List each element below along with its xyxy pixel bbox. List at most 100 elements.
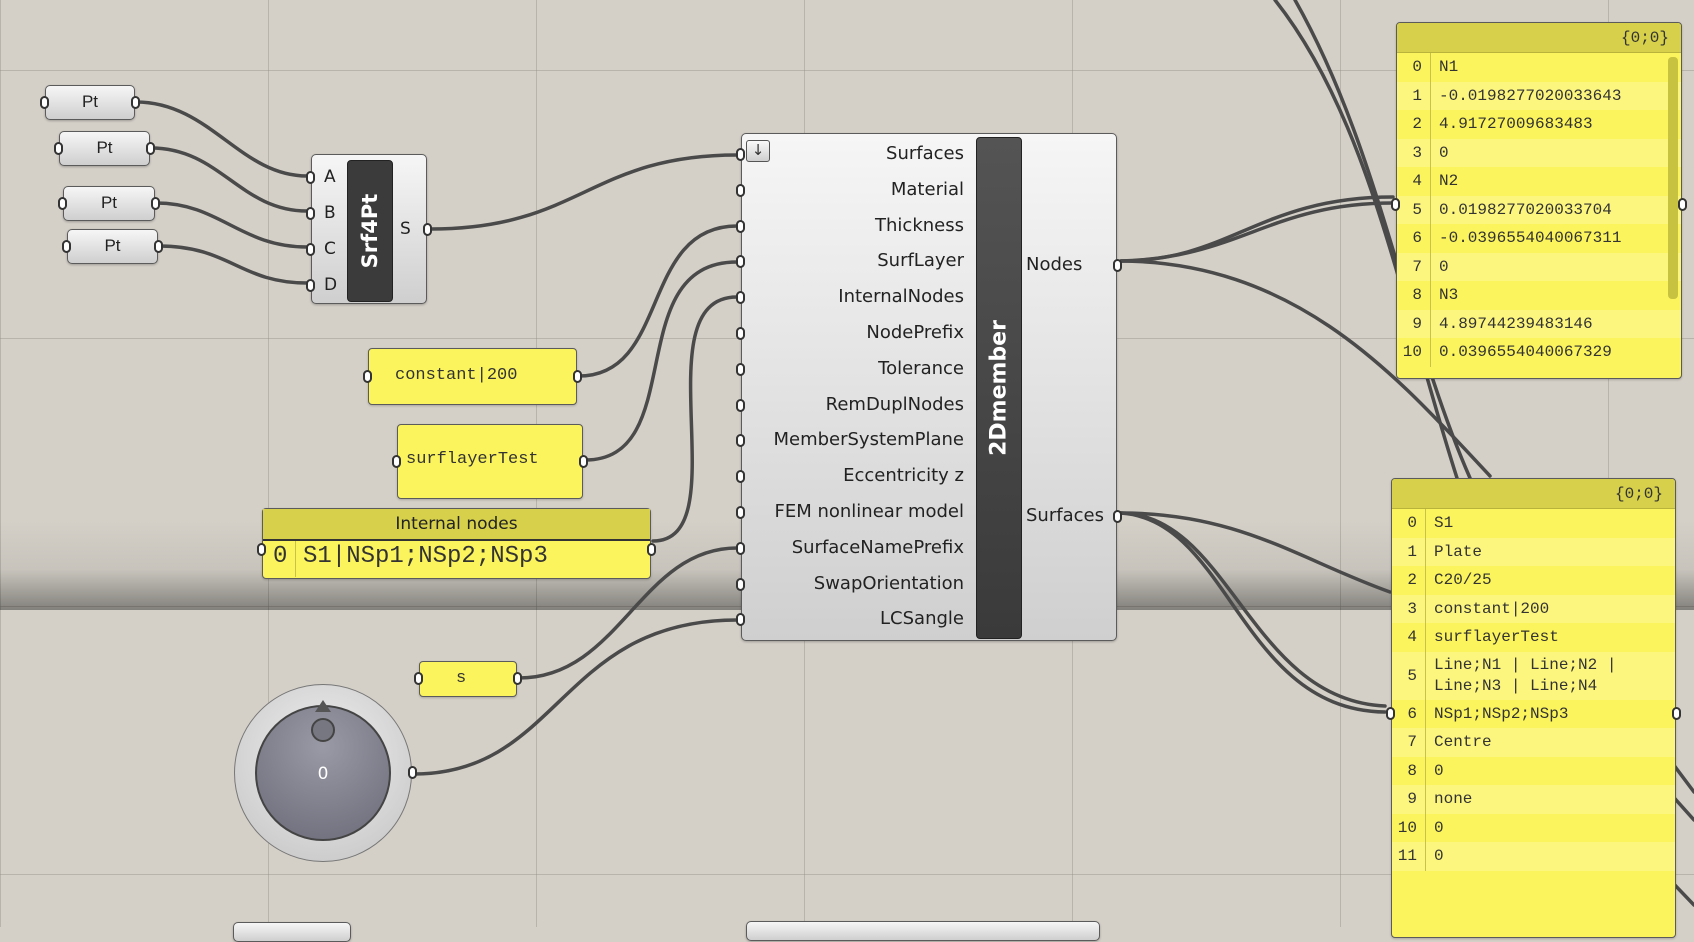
input-label: SurfaceNamePrefix: [791, 536, 964, 558]
dial-grip-icon[interactable]: [311, 718, 335, 742]
row-index: 11: [1392, 842, 1426, 871]
pt-label: Pt: [96, 138, 113, 157]
output-grip[interactable]: [513, 672, 522, 685]
panel-row: 8 N3: [1397, 281, 1681, 310]
panel-list[interactable]: 0 S1 1 Plate 2 C20/25 3 constant|200 4 surflayerT…: [1392, 509, 1675, 937]
srf4pt-input-b[interactable]: B: [306, 196, 342, 232]
srf4pt-input-c[interactable]: C: [306, 232, 342, 268]
input-grip[interactable]: [1386, 707, 1395, 720]
input-port[interactable]: [736, 327, 745, 340]
row-value: N2: [1439, 172, 1459, 191]
input-grip[interactable]: [414, 672, 423, 685]
input-grip[interactable]: [40, 95, 49, 109]
input-port[interactable]: [736, 183, 745, 197]
row-index: 1: [1397, 81, 1431, 110]
input-port[interactable]: [306, 279, 315, 292]
output-port-nodes[interactable]: [1113, 259, 1122, 272]
output-label-nodes: Nodes: [1026, 254, 1083, 275]
input-port[interactable]: [736, 291, 745, 305]
row-index: 0: [1397, 53, 1431, 82]
panel-row: 0 N1: [1397, 53, 1681, 82]
pt-label: Pt: [100, 193, 118, 212]
output-grip[interactable]: [131, 95, 140, 109]
input-port[interactable]: [736, 506, 745, 519]
pt-param-3[interactable]: Pt: [58, 186, 160, 221]
internal-nodes-panel[interactable]: Internal nodes 0 S1|NSp1;NSp2;NSp3: [257, 508, 656, 579]
nodes-output-panel[interactable]: {0;0} 0 N1 1 -0.0198277020033643 2 4.91727009…: [1391, 22, 1687, 379]
pt-param-2[interactable]: Pt: [54, 131, 155, 166]
2dmember-component[interactable]: ↓ 2Dmember Surfaces Material Thickness Surf…: [736, 133, 1122, 641]
output-grip[interactable]: [408, 766, 417, 779]
row-index: 10: [1392, 813, 1426, 842]
surfaces-output-panel[interactable]: {0;0} 0 S1 1 Plate 2 C20/25 3 constant|200 4 surf…: [1386, 478, 1681, 938]
input-port[interactable]: [736, 613, 745, 627]
angle-dial[interactable]: 0: [234, 684, 417, 862]
row-index: 2: [1392, 566, 1426, 595]
srf4pt-component[interactable]: A B C D Srf4Pt S: [306, 154, 432, 304]
output-grip[interactable]: [579, 454, 588, 468]
row-index: 9: [1397, 309, 1431, 338]
input-port[interactable]: [306, 171, 315, 184]
srf4pt-output-port[interactable]: [423, 223, 432, 236]
panel-divider: [295, 541, 296, 577]
wire-pt2-b: [149, 146, 309, 213]
panel-list[interactable]: 0 N1 1 -0.0198277020033643 2 4.91727009683483…: [1397, 53, 1681, 378]
wire-dial: [412, 618, 739, 776]
pt-param-4[interactable]: Pt: [62, 229, 163, 264]
row-index: 6: [1397, 224, 1431, 253]
panel-value: S1|NSp1;NSp2;NSp3: [303, 543, 548, 570]
output-grip[interactable]: [1672, 707, 1681, 720]
input-port[interactable]: [736, 541, 745, 555]
panel-scrollbar[interactable]: [1668, 57, 1678, 299]
panel-text: s: [456, 669, 467, 688]
input-port[interactable]: [736, 148, 745, 161]
panel-row: 11 0: [1392, 842, 1675, 871]
row-value: -0.0198277020033643: [1439, 86, 1622, 105]
input-port[interactable]: [736, 255, 745, 269]
panel-title: Internal nodes: [263, 509, 650, 541]
output-port-surfaces[interactable]: [1113, 510, 1122, 523]
input-grip[interactable]: [1391, 198, 1400, 211]
row-value: Centre: [1434, 733, 1492, 752]
pt-param-1[interactable]: Pt: [40, 85, 140, 120]
output-grip[interactable]: [573, 369, 582, 383]
surflayer-panel[interactable]: surflayerTest: [392, 424, 588, 499]
input-grip[interactable]: [392, 454, 401, 468]
input-port[interactable]: [736, 398, 745, 412]
input-port[interactable]: [736, 434, 745, 448]
input-port[interactable]: [736, 362, 745, 376]
srf4pt-input-a[interactable]: A: [306, 160, 342, 196]
input-port[interactable]: [306, 207, 315, 220]
input-grip[interactable]: [58, 196, 67, 210]
srf4pt-input-d[interactable]: D: [306, 268, 342, 304]
input-port[interactable]: [736, 470, 745, 484]
input-label: Eccentricity z: [843, 465, 964, 487]
output-grip[interactable]: [647, 543, 656, 557]
material-panel[interactable]: constant|200: [363, 348, 582, 405]
row-index: 7: [1397, 252, 1431, 281]
menu-arrow-icon[interactable]: ↓: [746, 140, 770, 162]
panel-row: 1 Plate: [1392, 537, 1675, 566]
input-grip[interactable]: [62, 239, 71, 253]
s-panel[interactable]: s: [414, 661, 522, 697]
offscreen-component-left[interactable]: [233, 922, 351, 942]
row-index: 9: [1392, 785, 1426, 814]
offscreen-component-center[interactable]: [746, 921, 1100, 941]
panel-row: 9 none: [1392, 785, 1675, 814]
panel-row: 0 S1: [1392, 509, 1675, 538]
output-grip[interactable]: [146, 141, 155, 155]
2dmember-name-bar[interactable]: 2Dmember: [976, 137, 1022, 639]
input-grip[interactable]: [54, 141, 63, 155]
output-grip[interactable]: [1678, 198, 1687, 211]
panel-row: 1 -0.0198277020033643: [1397, 81, 1681, 110]
srf4pt-name-bar[interactable]: Srf4Pt: [347, 160, 393, 302]
input-grip[interactable]: [257, 543, 266, 557]
input-grip[interactable]: [363, 369, 372, 383]
output-grip[interactable]: [151, 196, 160, 210]
input-port[interactable]: [306, 243, 315, 256]
output-grip[interactable]: [154, 239, 163, 253]
input-port[interactable]: [736, 577, 745, 591]
srf4pt-output-label: S: [400, 219, 411, 239]
input-port[interactable]: [736, 219, 745, 233]
row-index: 8: [1392, 756, 1426, 785]
